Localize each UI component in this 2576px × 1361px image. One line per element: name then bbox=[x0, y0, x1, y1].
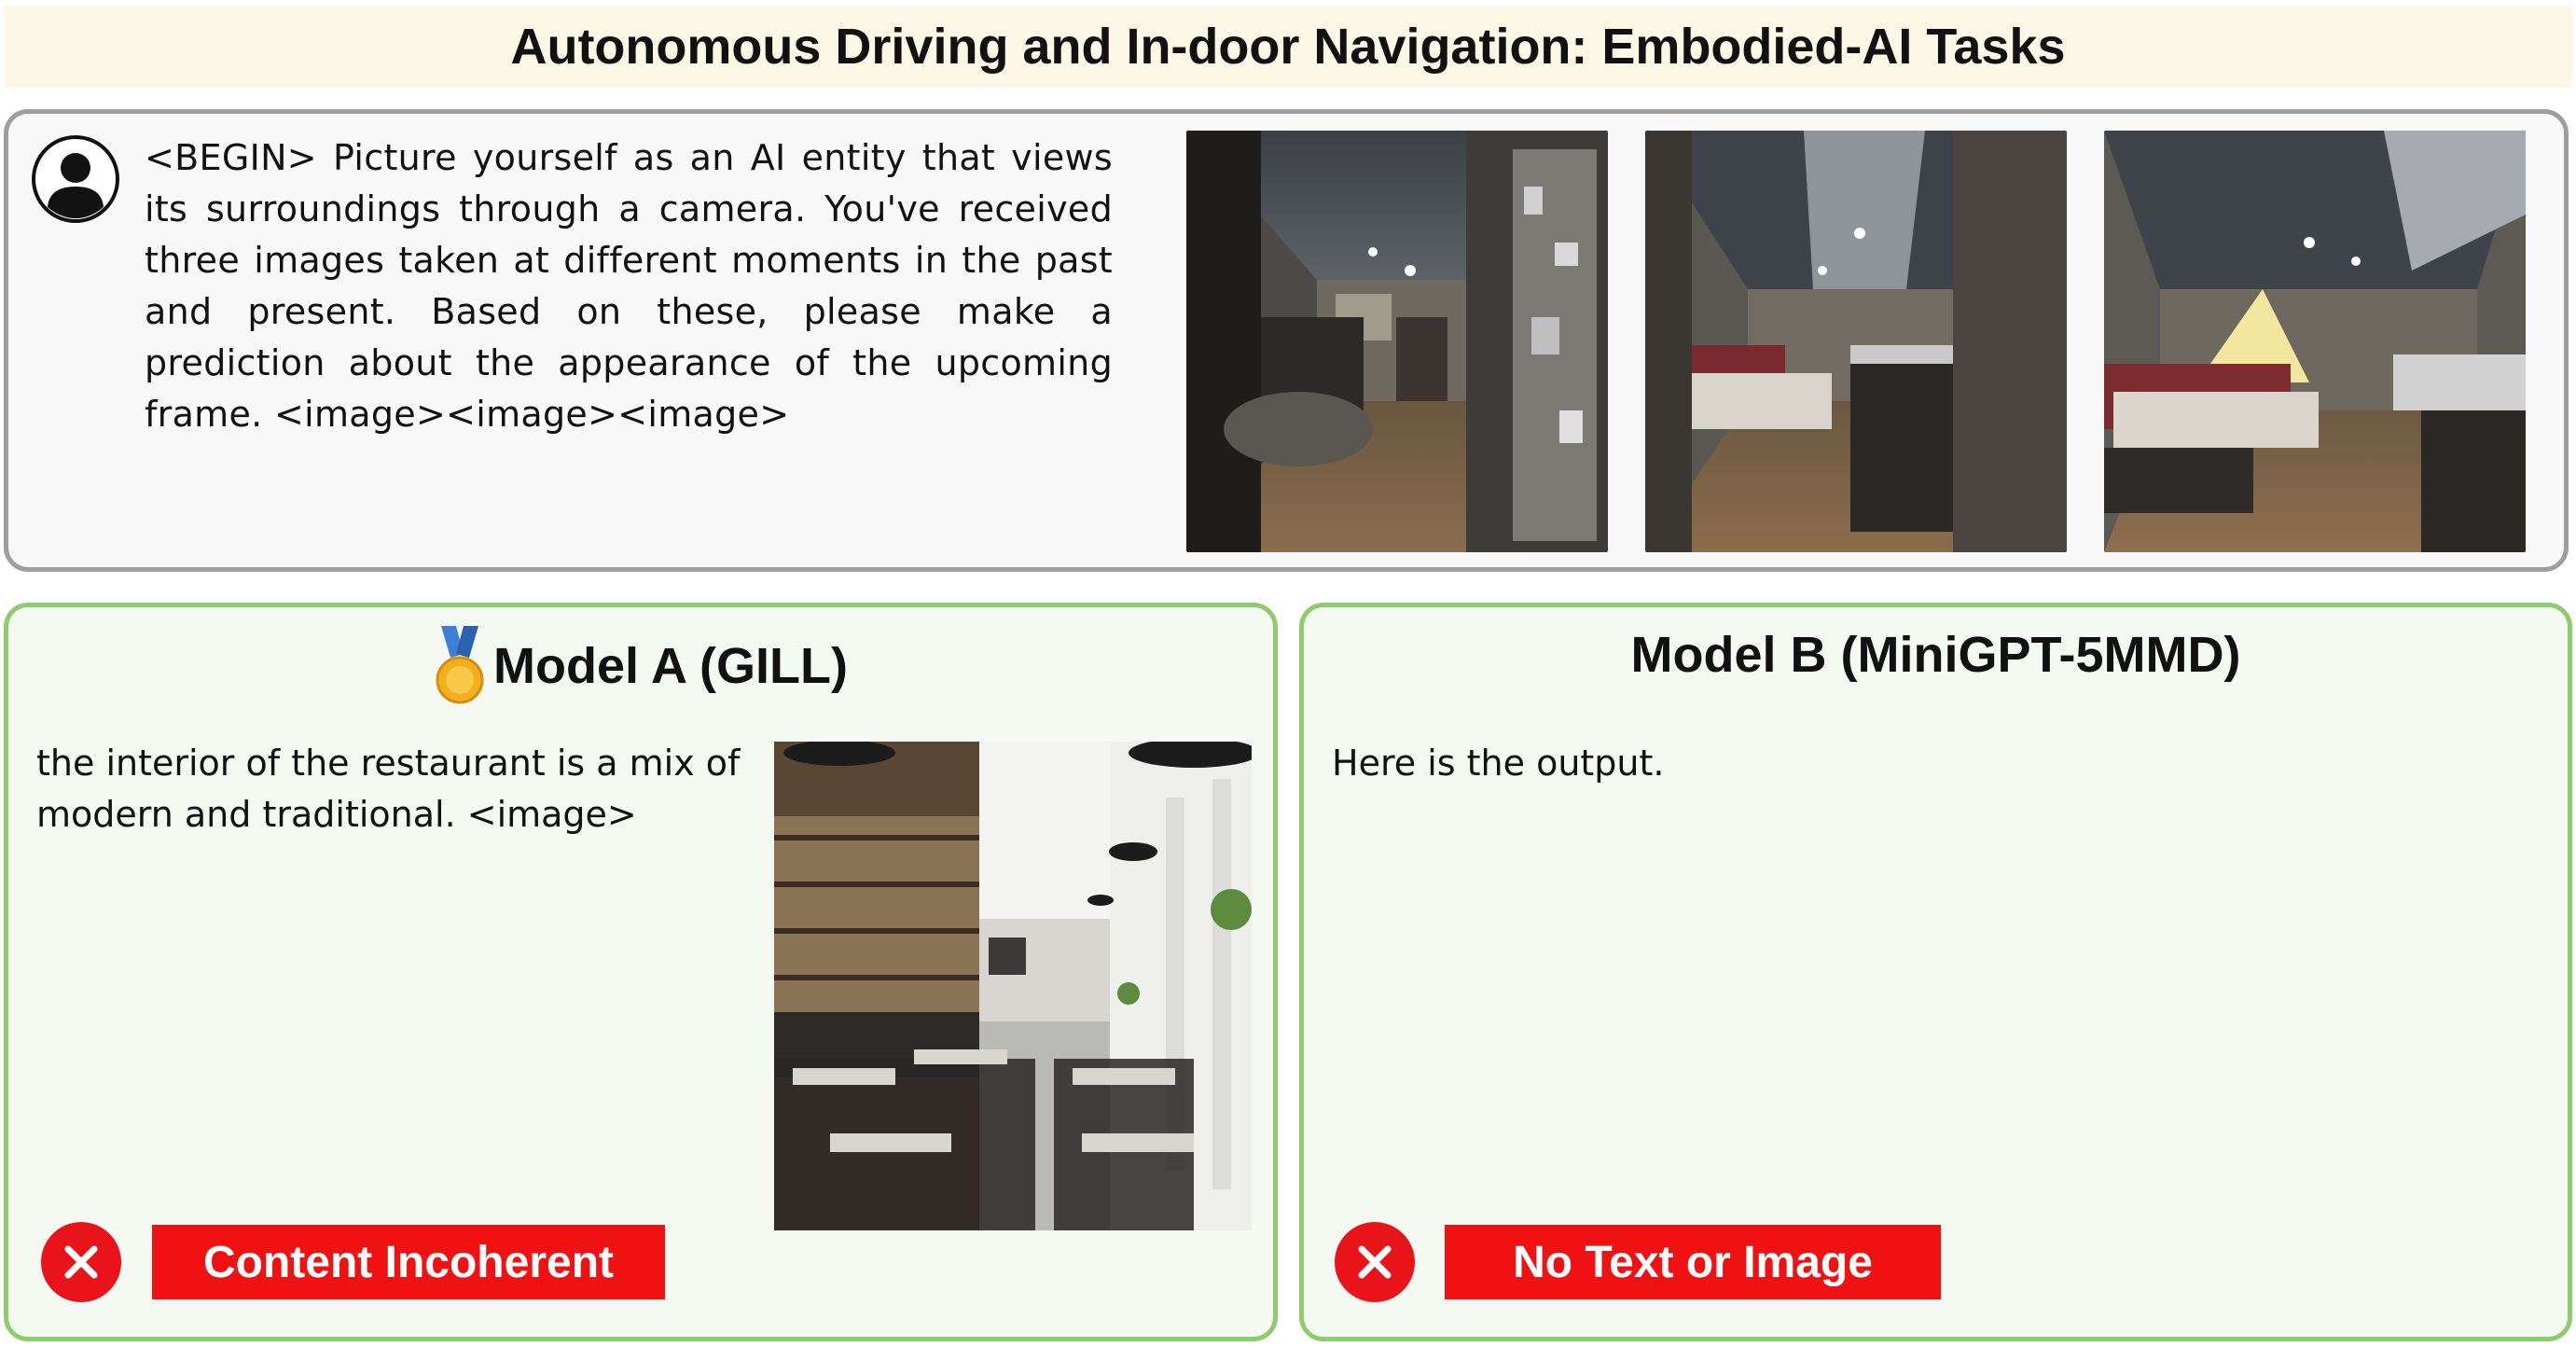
model-a-title: Model A (GILL) bbox=[493, 638, 848, 694]
model-b-header: Model B (MiniGPT-5MMD) bbox=[1304, 626, 2568, 684]
header-banner: Autonomous Driving and In-door Navigatio… bbox=[4, 6, 2572, 88]
input-frame-3 bbox=[2104, 131, 2526, 552]
model-a-output-image bbox=[774, 742, 1252, 1230]
input-frame-1 bbox=[1186, 131, 1608, 552]
model-a-panel: Model A (GILL) the interior of the resta… bbox=[4, 603, 1278, 1341]
input-frame-2 bbox=[1645, 131, 2067, 552]
prompt-text: <BEGIN> Picture yourself as an AI entity… bbox=[145, 137, 1113, 435]
model-b-title: Model B (MiniGPT-5MMD) bbox=[1630, 627, 2241, 683]
verdict-label-b: No Text or Image bbox=[1445, 1225, 1941, 1299]
model-b-panel: Model B (MiniGPT-5MMD) Here is the outpu… bbox=[1299, 603, 2572, 1341]
model-a-header: Model A (GILL) bbox=[8, 626, 1273, 706]
verdict-label-a: Content Incoherent bbox=[152, 1225, 665, 1299]
model-b-response: Here is the output. bbox=[1332, 743, 1665, 784]
user-avatar-icon bbox=[32, 135, 119, 223]
page-title: Autonomous Driving and In-door Navigatio… bbox=[510, 19, 2066, 75]
gold-medal-icon bbox=[436, 626, 484, 704]
no-output-close-icon bbox=[1335, 1222, 1415, 1302]
model-a-response: the interior of the restaurant is a mix … bbox=[36, 743, 741, 835]
incoherent-close-icon bbox=[41, 1222, 121, 1302]
prompt-panel: <BEGIN> Picture yourself as an AI entity… bbox=[4, 109, 2569, 572]
